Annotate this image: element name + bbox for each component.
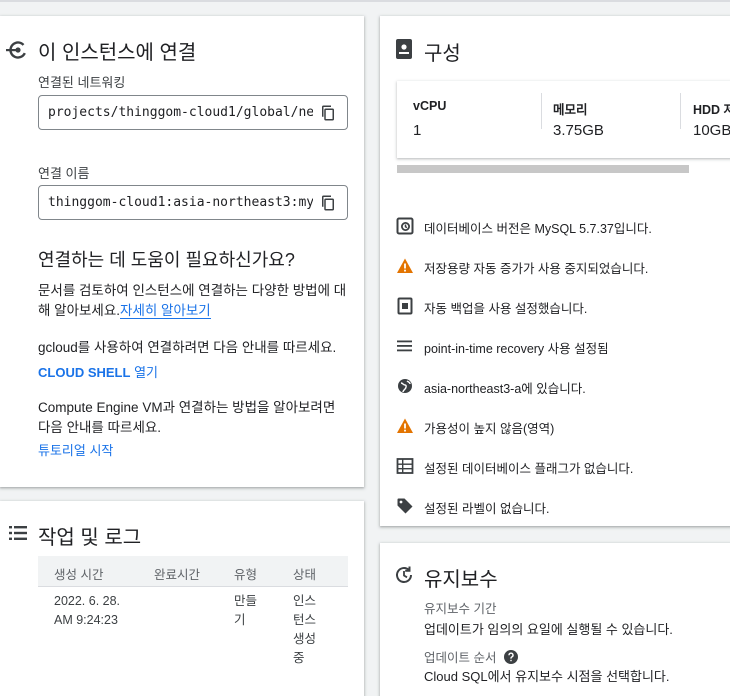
learn-more-link[interactable]: 자세히 알아보기 (120, 303, 211, 319)
spec-divider (680, 93, 681, 129)
update-order-label-text: 업데이트 순서 (424, 651, 497, 665)
maintenance-history-icon (394, 565, 414, 585)
connection-name-field[interactable]: thinggom-cloud1:asia-northeast3:mysql (38, 185, 348, 220)
cell-status: 인스턴스 생성 중 (293, 594, 317, 665)
maintenance-window-label: 유지보수 기간 (424, 602, 497, 616)
column-completed[interactable]: 완료시간 (154, 564, 200, 583)
maintenance-window-value: 업데이트가 임의의 요일에 실행될 수 있습니다. (424, 622, 673, 637)
config-item-text: 설정된 라벨이 없습니다. (424, 502, 550, 516)
backup-icon (396, 297, 414, 315)
warning-icon (396, 257, 414, 275)
spec-header: HDD 저 (693, 103, 730, 117)
cell-created-date: 2022. 6. 28. (54, 594, 121, 608)
operations-list-icon (9, 525, 27, 541)
config-title: 구성 (424, 43, 461, 65)
spec-table: vCPU 1 메모리 3.75GB HDD 저 10GB (397, 81, 730, 158)
spec-divider (541, 93, 542, 129)
maintenance-title: 유지보수 (424, 569, 498, 591)
config-item-text: 설정된 데이터베이스 플래그가 없습니다. (424, 462, 634, 476)
networking-label: 연결된 네트워킹 (38, 75, 126, 90)
connection-name-value[interactable]: thinggom-cloud1:asia-northeast3:mysql (48, 195, 313, 210)
cell-created: 2022. 6. 28. AM 9:24:23 (54, 592, 149, 630)
copy-icon (322, 195, 334, 211)
column-type[interactable]: 유형 (234, 564, 257, 583)
copy-networking-button[interactable] (319, 104, 337, 122)
help-title: 연결하는 데 도움이 필요하신가요? (38, 250, 295, 270)
operations-card: 작업 및 로그 생성 시간 완료시간 유형 상태 2022. 6. 28. AM… (0, 501, 364, 696)
spec-scrollbar[interactable] (397, 165, 689, 173)
config-card: 구성 vCPU 1 메모리 3.75GB HDD 저 10GB 데이터베이스 버… (380, 16, 730, 526)
help-paragraph-docs: 문서를 검토하여 인스턴스에 연결하는 다양한 방법에 대해 알아보세요.자세히… (38, 281, 353, 321)
connect-title: 이 인스턴스에 연결 (38, 42, 197, 64)
config-item-text: asia-northeast3-a에 있습니다. (424, 382, 586, 396)
config-icon (394, 38, 414, 60)
warning-icon (396, 417, 414, 435)
help-icon[interactable] (503, 650, 518, 667)
column-created[interactable]: 생성 시간 (54, 564, 103, 583)
database-version-icon (396, 217, 414, 235)
copy-connection-name-button[interactable] (319, 194, 337, 212)
networking-value[interactable]: projects/thinggom-cloud1/global/networks… (48, 105, 313, 120)
help-paragraph-gcloud: gcloud를 사용하여 연결하려면 다음 안내를 따르세요. (38, 340, 337, 355)
cell-created-time: AM 9:24:23 (54, 613, 118, 627)
top-divider (0, 0, 730, 2)
cloud-shell-open-label: 열기 (130, 365, 158, 380)
table-icon (396, 457, 414, 475)
globe-icon (396, 377, 414, 395)
tutorial-link[interactable]: 튜토리얼 시작 (38, 440, 113, 459)
networking-field[interactable]: projects/thinggom-cloud1/global/networks… (38, 95, 348, 130)
spec-value: 10GB (693, 122, 730, 139)
update-order-value: Cloud SQL에서 유지보수 시점을 선택합니다. (424, 669, 670, 684)
connection-name-label: 연결 이름 (38, 166, 90, 181)
config-item-text: point-in-time recovery 사용 설정됨 (424, 342, 609, 356)
cell-type: 만들기 (234, 594, 258, 627)
connection-icon (6, 38, 30, 62)
operations-title: 작업 및 로그 (38, 527, 142, 549)
config-item-text: 가용성이 높지 않음(영역) (424, 422, 555, 436)
open-cloud-shell-link[interactable]: CLOUD SHELL 열기 (38, 362, 158, 381)
copy-icon (322, 105, 334, 121)
spec-value: 3.75GB (553, 122, 604, 139)
column-status[interactable]: 상태 (293, 564, 316, 583)
label-icon (396, 497, 414, 515)
help-paragraph-vm: Compute Engine VM과 연결하는 방법을 알아보려면 다음 안내를… (38, 400, 336, 435)
cloud-shell-label: CLOUD SHELL (38, 365, 131, 380)
config-item-text: 저장용량 자동 증가가 사용 중지되었습니다. (424, 262, 649, 276)
operations-table-header: 생성 시간 완료시간 유형 상태 (38, 556, 348, 587)
spec-value: 1 (413, 122, 422, 139)
spec-header: 메모리 (553, 103, 588, 117)
connect-card: 이 인스턴스에 연결 연결된 네트워킹 projects/thinggom-cl… (0, 16, 364, 487)
config-item-text: 자동 백업을 사용 설정했습니다. (424, 302, 588, 316)
config-item-text: 데이터베이스 버전은 MySQL 5.7.37입니다. (424, 222, 652, 236)
list-icon (396, 337, 414, 355)
maintenance-card: 유지보수 유지보수 기간 업데이트가 임의의 요일에 실행될 수 있습니다. 업… (380, 543, 730, 696)
update-order-label: 업데이트 순서 (424, 647, 518, 667)
spec-header: vCPU (413, 99, 447, 113)
